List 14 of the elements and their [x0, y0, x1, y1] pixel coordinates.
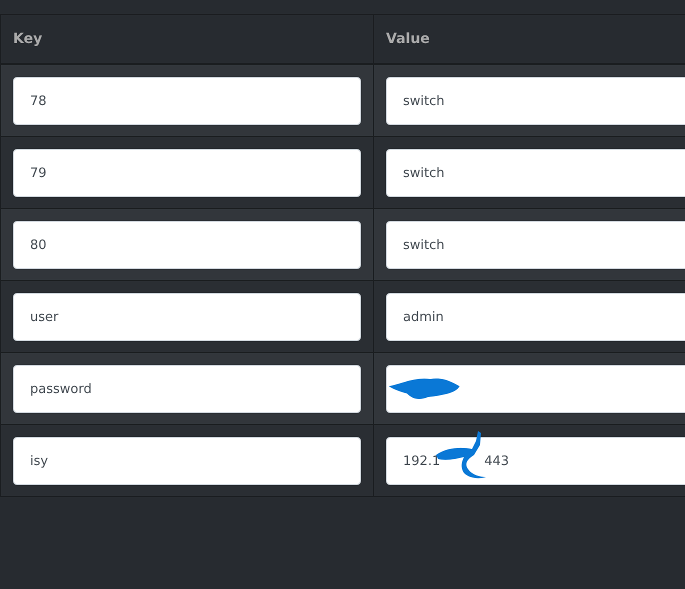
key-field[interactable]: 80 [13, 221, 361, 269]
key-field[interactable]: 79 [13, 149, 361, 197]
value-field[interactable]: switch [386, 77, 685, 125]
value-field[interactable] [386, 365, 685, 413]
value-field[interactable]: admin [386, 293, 685, 341]
key-field[interactable]: password [13, 365, 361, 413]
column-header: Value [386, 31, 430, 47]
value-field[interactable]: switch [386, 149, 685, 197]
key-field[interactable]: isy [13, 437, 361, 485]
key-field[interactable]: 78 [13, 77, 361, 125]
value-field[interactable]: switch [386, 221, 685, 269]
value-field[interactable]: 192.1 443 [386, 437, 685, 485]
column-header: Key [13, 31, 42, 47]
key-field[interactable]: user [13, 293, 361, 341]
